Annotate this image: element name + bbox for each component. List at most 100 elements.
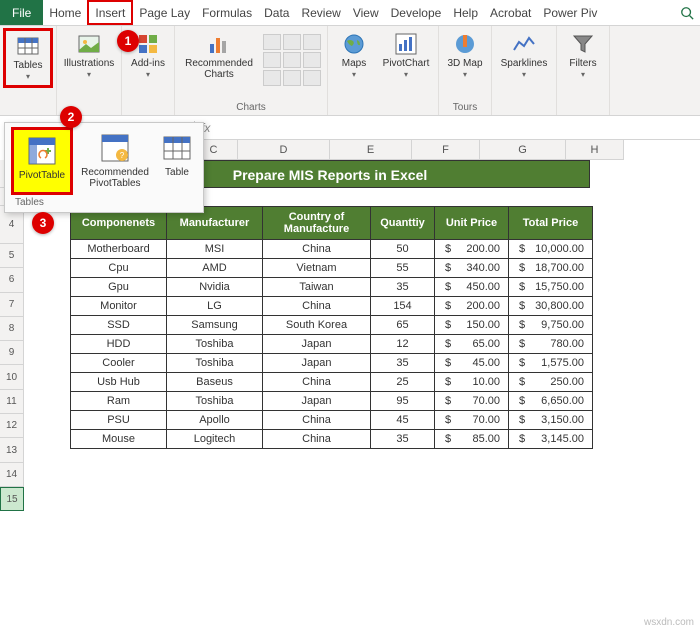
- recommended-charts-label: Recommended Charts: [183, 58, 255, 80]
- tab-page-layout[interactable]: Page Lay: [133, 0, 196, 25]
- table-row[interactable]: HDDToshibaJapan12 65.00 780.00: [71, 335, 593, 354]
- tab-formulas[interactable]: Formulas: [196, 0, 258, 25]
- pivotchart-label: PivotChart: [383, 58, 430, 69]
- pivottable-button[interactable]: PivotTable: [11, 127, 73, 195]
- formula-bar: fx: [190, 116, 700, 140]
- col-header[interactable]: D: [238, 140, 330, 160]
- table-label: Table: [165, 167, 189, 178]
- ribbon-body: Tables ▾ Illustrations ▾ Add-ins ▾: [0, 26, 700, 116]
- table-row[interactable]: MouseLogitechChina35 85.00 3,145.00: [71, 430, 593, 449]
- 3dmap-icon: [453, 32, 477, 56]
- table-icon: [16, 34, 40, 58]
- table-row[interactable]: Usb HubBaseusChina25 10.00 250.00: [71, 373, 593, 392]
- filter-icon: [571, 32, 595, 56]
- row-header[interactable]: 9: [0, 341, 24, 365]
- row-header[interactable]: 6: [0, 268, 24, 292]
- chart-icon: [207, 32, 231, 56]
- 3dmap-label: 3D Map: [447, 58, 482, 69]
- tab-view[interactable]: View: [347, 0, 385, 25]
- table-row[interactable]: MonitorLGChina154 200.0030,800.00: [71, 297, 593, 316]
- data-table: Componenets Manufacturer Country of Manu…: [70, 206, 593, 449]
- row-header[interactable]: 8: [0, 317, 24, 341]
- row-header[interactable]: 5: [0, 244, 24, 268]
- pivottable-icon: [27, 136, 57, 166]
- row-header[interactable]: 12: [0, 414, 24, 438]
- sparklines-button[interactable]: Sparklines ▾: [498, 30, 550, 82]
- tab-data[interactable]: Data: [258, 0, 295, 25]
- pivottable-label: PivotTable: [19, 170, 65, 181]
- table-row[interactable]: PSUApolloChina45 70.00 3,150.00: [71, 411, 593, 430]
- tables-label: Tables: [14, 60, 43, 71]
- th-quantity: Quanttiy: [371, 207, 435, 240]
- tab-file[interactable]: File: [0, 0, 43, 25]
- filters-button[interactable]: Filters ▾: [563, 30, 603, 82]
- table-icon: [162, 133, 192, 163]
- row-header[interactable]: 11: [0, 390, 24, 414]
- callout-1: 1: [117, 30, 139, 52]
- chevron-down-icon: ▾: [26, 71, 30, 82]
- chevron-down-icon: ▾: [522, 69, 526, 80]
- chevron-down-icon: ▾: [146, 69, 150, 80]
- ribbon-tabs: File Home Insert Page Lay Formulas Data …: [0, 0, 700, 26]
- table-row[interactable]: SSDSamsungSouth Korea65 150.00 9,750.00: [71, 316, 593, 335]
- chevron-down-icon: ▾: [87, 69, 91, 80]
- dropdown-section-label: Tables: [11, 195, 197, 210]
- chevron-down-icon: ▾: [352, 69, 356, 80]
- chart-gallery[interactable]: [263, 34, 321, 86]
- tab-acrobat[interactable]: Acrobat: [484, 0, 537, 25]
- sparklines-label: Sparklines: [501, 58, 548, 69]
- th-total-price: Total Price: [509, 207, 593, 240]
- tab-insert[interactable]: Insert: [87, 0, 133, 25]
- globe-icon: [342, 32, 366, 56]
- chevron-down-icon: ▾: [581, 69, 585, 80]
- column-headers: C D E F G H: [190, 140, 700, 160]
- recommended-pivottables-button[interactable]: ? Recommended PivotTables: [77, 127, 153, 195]
- col-header[interactable]: E: [330, 140, 412, 160]
- table-row[interactable]: CoolerToshibaJapan35 45.00 1,575.00: [71, 354, 593, 373]
- th-unit-price: Unit Price: [435, 207, 509, 240]
- recommended-charts-button[interactable]: Recommended Charts: [181, 30, 257, 82]
- maps-label: Maps: [342, 58, 366, 69]
- tab-home[interactable]: Home: [43, 0, 87, 25]
- tables-button[interactable]: Tables ▾: [7, 32, 49, 84]
- addins-icon: [136, 32, 160, 56]
- tab-review[interactable]: Review: [295, 0, 346, 25]
- table-button[interactable]: Table: [157, 127, 197, 195]
- pivotchart-icon: [394, 32, 418, 56]
- 3dmap-button[interactable]: 3D Map ▾: [445, 30, 485, 82]
- chevron-down-icon: ▾: [463, 69, 467, 80]
- row-header[interactable]: 10: [0, 365, 24, 389]
- tours-group-label: Tours: [453, 102, 477, 113]
- table-row[interactable]: CpuAMDVietnam55 340.0018,700.00: [71, 259, 593, 278]
- tab-developer[interactable]: Develope: [385, 0, 448, 25]
- row-header[interactable]: 7: [0, 293, 24, 317]
- row-header[interactable]: 14: [0, 463, 24, 487]
- th-country: Country of Manufacture: [263, 207, 371, 240]
- callout-3: 3: [32, 212, 54, 234]
- col-header[interactable]: F: [412, 140, 480, 160]
- table-row[interactable]: MotherboardMSIChina50 200.0010,000.00: [71, 240, 593, 259]
- charts-group-label: Charts: [236, 102, 265, 113]
- callout-2: 2: [60, 106, 82, 128]
- pictures-icon: [77, 32, 101, 56]
- sparkline-icon: [512, 32, 536, 56]
- formula-input[interactable]: [214, 120, 696, 135]
- tables-dropdown: PivotTable ? Recommended PivotTables Tab…: [4, 122, 204, 213]
- col-header[interactable]: H: [566, 140, 624, 160]
- search-icon[interactable]: [674, 3, 700, 23]
- row-header[interactable]: 13: [0, 438, 24, 462]
- tab-power-pivot[interactable]: Power Piv: [537, 0, 603, 25]
- recommended-pivottables-label: Recommended PivotTables: [79, 167, 151, 189]
- table-row[interactable]: GpuNvidiaTaiwan35 450.0015,750.00: [71, 278, 593, 297]
- pivotchart-button[interactable]: PivotChart ▾: [380, 30, 432, 82]
- col-header[interactable]: G: [480, 140, 566, 160]
- illustrations-button[interactable]: Illustrations ▾: [63, 30, 115, 82]
- tab-help[interactable]: Help: [447, 0, 484, 25]
- svg-text:?: ?: [120, 151, 125, 160]
- maps-button[interactable]: Maps ▾: [334, 30, 374, 82]
- chevron-down-icon: ▾: [404, 69, 408, 80]
- table-row[interactable]: RamToshibaJapan95 70.00 6,650.00: [71, 392, 593, 411]
- row-header[interactable]: 15: [0, 487, 24, 511]
- watermark: wsxdn.com: [644, 617, 694, 628]
- filters-label: Filters: [569, 58, 596, 69]
